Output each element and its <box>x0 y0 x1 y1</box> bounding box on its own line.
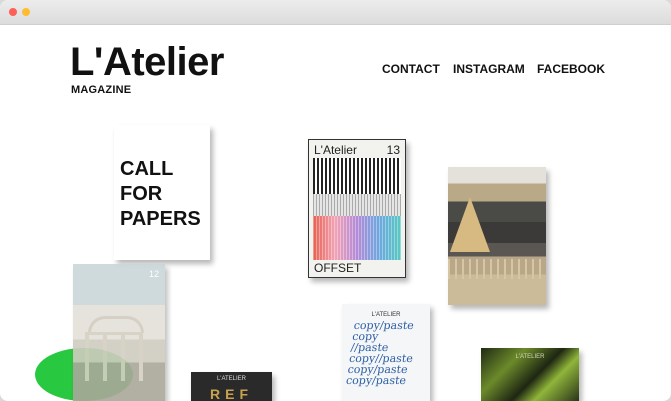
event-crowd-photo[interactable] <box>448 167 546 305</box>
cover-brand: L'ATELIER <box>515 354 545 360</box>
cover-barcode-graphic <box>313 158 401 194</box>
cfp-line: FOR <box>120 183 163 205</box>
cover-brand: L'ATELIER <box>216 376 247 382</box>
magazine-copy-paste-cover[interactable]: L'ATELIER copy/paste copy //paste copy//… <box>342 304 430 401</box>
window-titlebar <box>0 0 671 401</box>
photo-railing <box>448 259 546 279</box>
call-for-papers-card[interactable]: CALL FOR PAPERS <box>114 125 210 260</box>
cfp-line: PAPERS <box>120 208 201 230</box>
cover-title: REF <box>210 386 253 401</box>
magazine-green-cover[interactable]: L'ATELIER <box>481 348 579 401</box>
cover-title: OFFSET <box>314 261 362 275</box>
nav-facebook-link[interactable]: FACEBOOK <box>537 62 605 76</box>
site-logo[interactable]: L'Atelier <box>70 40 224 84</box>
minimize-window-button[interactable] <box>22 8 30 16</box>
nav-instagram-link[interactable]: INSTAGRAM <box>453 62 525 76</box>
magazine-issue-13-cover[interactable]: L'Atelier 13 OFFSET <box>308 139 406 278</box>
site-logo-subtitle: MAGAZINE <box>71 84 132 96</box>
photo-tent-shape <box>450 197 490 252</box>
cover-script-text: copy/paste copy //paste copy//paste copy… <box>345 319 430 387</box>
nav-contact-link[interactable]: CONTACT <box>382 62 440 76</box>
cfp-line: CALL <box>120 158 174 180</box>
call-for-papers-title: CALL FOR PAPERS <box>120 157 201 232</box>
cover-rainbow-graphic <box>313 216 401 260</box>
magazine-ref-cover[interactable]: L'ATELIER REF <box>191 372 272 401</box>
cover-brand: L'ATELIER <box>371 312 401 318</box>
magazine-issue-12-cover[interactable]: 12 <box>73 264 165 401</box>
cover-issue-number: 13 <box>386 143 400 157</box>
cover-grey-graphic <box>313 194 401 216</box>
building-arch-graphic <box>88 316 144 333</box>
cover-issue-number: 12 <box>148 269 159 279</box>
cover-brand: L'Atelier <box>314 143 357 157</box>
building-frame-graphic <box>85 332 143 381</box>
script-line: copy/paste <box>345 374 407 387</box>
close-window-button[interactable] <box>9 8 17 16</box>
browser-window: L'Atelier MAGAZINE CONTACT INSTAGRAM FAC… <box>0 0 671 401</box>
